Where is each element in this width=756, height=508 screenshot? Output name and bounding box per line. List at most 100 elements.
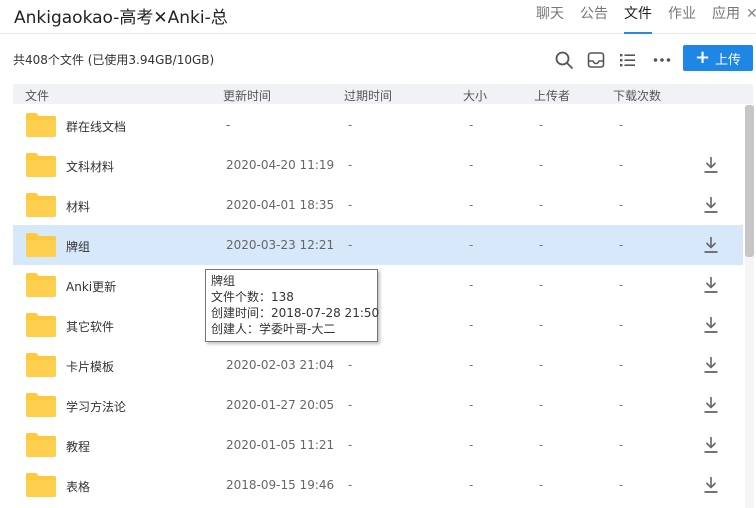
column-header-uploader[interactable]: 上传者: [534, 87, 570, 104]
table-row[interactable]: 群在线文档 - - - - -: [13, 105, 743, 145]
expire-time: -: [348, 478, 353, 492]
file-size: -: [469, 118, 474, 132]
folder-icon: [25, 192, 57, 218]
expire-time: -: [348, 198, 353, 212]
nav-tabs: 聊天 公告 文件 作业 应用 ✕: [536, 0, 756, 34]
column-header-size[interactable]: 大小: [463, 87, 487, 104]
uploader: -: [539, 478, 544, 492]
uploader: -: [539, 118, 544, 132]
download-count: -: [619, 118, 624, 132]
download-icon[interactable]: [703, 196, 719, 214]
upload-label: 上传: [715, 52, 742, 68]
download-count: -: [619, 358, 624, 372]
file-name[interactable]: Anki更新: [66, 278, 116, 295]
file-name[interactable]: 卡片模板: [66, 358, 114, 375]
folder-icon: [25, 112, 57, 138]
tooltip-created-time: 创建时间：2018-07-28 21:50: [211, 306, 380, 320]
download-count: -: [619, 158, 624, 172]
download-icon[interactable]: [703, 236, 719, 254]
download-count: -: [619, 198, 624, 212]
download-icon[interactable]: [703, 316, 719, 334]
group-title: Ankigaokao-高考✕Anki-总: [14, 8, 228, 28]
inbox-icon[interactable]: [586, 50, 606, 70]
file-size: -: [469, 318, 474, 332]
scrollbar-thumb[interactable]: [745, 105, 754, 257]
search-icon[interactable]: [554, 50, 574, 70]
folder-icon: [25, 232, 57, 258]
download-count: -: [619, 398, 624, 412]
updated-time: 2020-01-27 20:05: [226, 398, 335, 412]
uploader: -: [539, 198, 544, 212]
tab-files[interactable]: 文件: [624, 0, 652, 34]
folder-icon: [25, 152, 57, 178]
table-row[interactable]: 表格 2018-09-15 19:46- - - -: [13, 465, 743, 505]
file-name[interactable]: 牌组: [66, 238, 90, 255]
table-row[interactable]: 材料 2020-04-01 18:35- - - -: [13, 185, 743, 225]
file-name[interactable]: 学习方法论: [66, 398, 126, 415]
uploader: -: [539, 358, 544, 372]
expire-time: -: [348, 158, 353, 172]
column-header-updated[interactable]: 更新时间: [223, 87, 271, 104]
file-name[interactable]: 材料: [66, 198, 90, 215]
uploader: -: [539, 438, 544, 452]
file-size: -: [469, 478, 474, 492]
file-size: -: [469, 238, 474, 252]
table-row[interactable]: 教程 2020-01-05 11:21- - - -: [13, 425, 743, 465]
list-view-icon[interactable]: [618, 50, 638, 70]
column-header-expires[interactable]: 过期时间: [344, 87, 392, 104]
updated-time: 2020-04-20 11:19: [226, 158, 335, 172]
download-icon[interactable]: [703, 396, 719, 414]
table-row[interactable]: 学习方法论 2020-01-27 20:05- - - -: [13, 385, 743, 425]
more-icon[interactable]: [652, 50, 672, 70]
column-header-downloads[interactable]: 下载次数: [613, 87, 661, 104]
file-size: -: [469, 398, 474, 412]
download-icon[interactable]: [703, 356, 719, 374]
folder-icon: [25, 392, 57, 418]
uploader: -: [539, 238, 544, 252]
updated-time: 2020-04-01 18:35: [226, 198, 335, 212]
storage-summary: 共408个文件 (已使用3.94GB/10GB): [13, 53, 215, 67]
download-icon[interactable]: [703, 476, 719, 494]
file-name[interactable]: 文科材料: [66, 158, 114, 175]
folder-tooltip: 牌组 文件个数：138 创建时间：2018-07-28 21:50 创建人：学委…: [205, 269, 380, 342]
tab-apps[interactable]: 应用: [712, 0, 740, 34]
file-toolbar: 共408个文件 (已使用3.94GB/10GB) + 上传: [0, 34, 756, 84]
tooltip-file-count: 文件个数：138: [211, 290, 294, 304]
file-size: -: [469, 278, 474, 292]
expire-time: -: [348, 358, 353, 372]
updated-time: 2020-01-05 11:21: [226, 438, 335, 452]
file-name[interactable]: 其它软件: [66, 318, 114, 335]
file-name[interactable]: 表格: [66, 478, 90, 495]
uploader: -: [539, 318, 544, 332]
table-row[interactable]: Anki更新----: [13, 265, 743, 305]
column-header-name[interactable]: 文件: [25, 87, 49, 104]
table-row[interactable]: 牌组 2020-03-23 12:21- - - -: [13, 225, 743, 265]
table-row[interactable]: 卡片模板 2020-02-03 21:04- - - -: [13, 345, 743, 385]
expire-time: -: [348, 118, 353, 132]
expire-time: -: [348, 238, 353, 252]
upload-button[interactable]: + 上传: [683, 45, 753, 71]
download-icon[interactable]: [703, 276, 719, 294]
uploader: -: [539, 278, 544, 292]
download-count: -: [619, 318, 624, 332]
download-count: -: [619, 438, 624, 452]
file-name[interactable]: 教程: [66, 438, 90, 455]
tab-announcement[interactable]: 公告: [580, 0, 608, 34]
table-row[interactable]: 文科材料 2020-04-20 11:19- - - -: [13, 145, 743, 185]
download-icon[interactable]: [703, 156, 719, 174]
download-icon[interactable]: [703, 436, 719, 454]
close-icon[interactable]: ✕: [746, 0, 756, 34]
tab-homework[interactable]: 作业: [668, 0, 696, 34]
updated-time: 2018-09-15 19:46: [226, 478, 335, 492]
tooltip-creator: 创建人：学委叶哥-大二: [211, 322, 336, 336]
tab-chat[interactable]: 聊天: [536, 0, 564, 34]
file-size: -: [469, 438, 474, 452]
file-name[interactable]: 群在线文档: [66, 118, 126, 135]
uploader: -: [539, 398, 544, 412]
folder-icon: [25, 352, 57, 378]
updated-time: 2020-02-03 21:04: [226, 358, 335, 372]
download-count: -: [619, 238, 624, 252]
file-size: -: [469, 198, 474, 212]
expire-time: -: [348, 438, 353, 452]
folder-icon: [25, 432, 57, 458]
